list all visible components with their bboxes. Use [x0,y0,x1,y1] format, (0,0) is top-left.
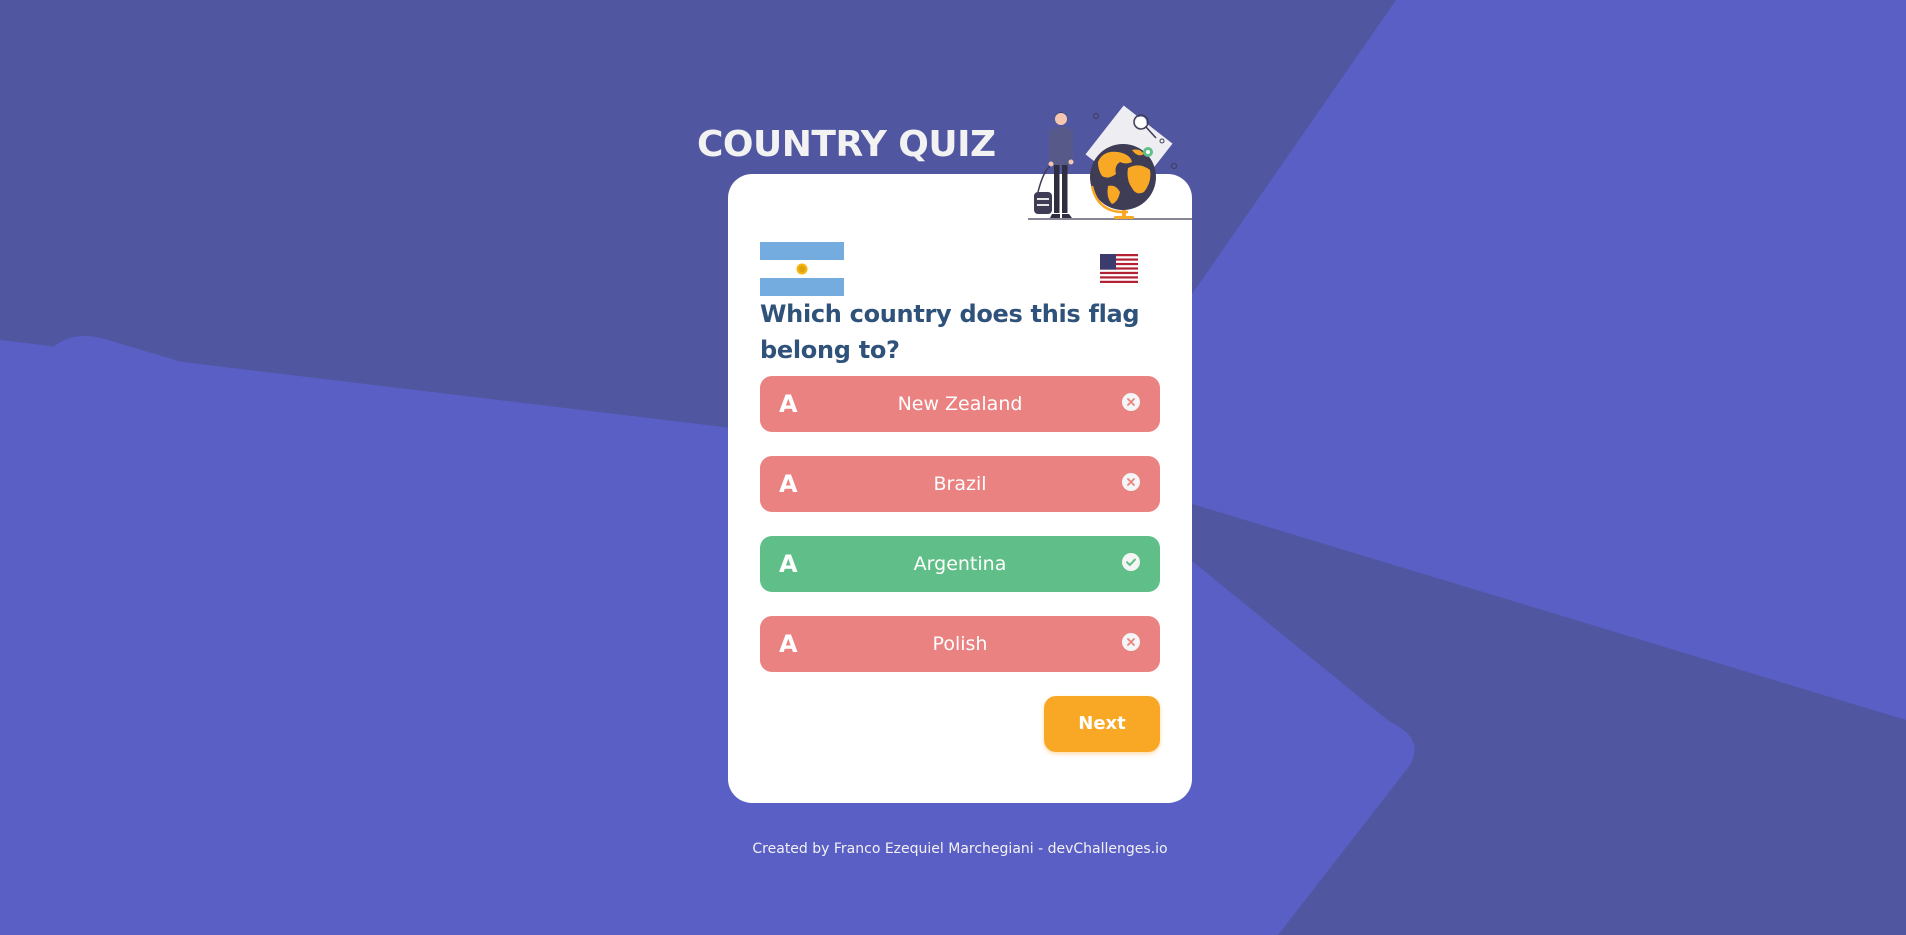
next-button[interactable]: Next [1044,696,1160,752]
question-text: Which country does this flag belong to? [760,300,1140,364]
page-title: COUNTRY QUIZ [697,124,996,165]
argentina-flag-icon [760,242,844,296]
close-circle-icon [1122,393,1140,411]
check-circle-icon [1122,553,1140,571]
answer-option-polish[interactable]: A Polish [760,616,1160,672]
close-circle-icon [1122,633,1140,651]
close-circle-icon [1122,473,1140,491]
answer-label: Polish [932,633,988,655]
answer-option-brazil[interactable]: A Brazil [760,456,1160,512]
answer-label: Argentina [913,553,1007,575]
answer-option-new-zealand[interactable]: A New Zealand [760,376,1160,432]
footer-credit: Created by Franco Ezequiel Marchegiani -… [752,841,1168,857]
quiz-card: Which country does this flag belong to? … [728,174,1192,803]
traveler-globe-illustration [1028,105,1192,220]
answer-label: New Zealand [897,393,1023,415]
answer-label: Brazil [933,473,987,495]
answer-option-argentina[interactable]: A Argentina [760,536,1160,592]
usa-flag-icon [1100,254,1138,283]
